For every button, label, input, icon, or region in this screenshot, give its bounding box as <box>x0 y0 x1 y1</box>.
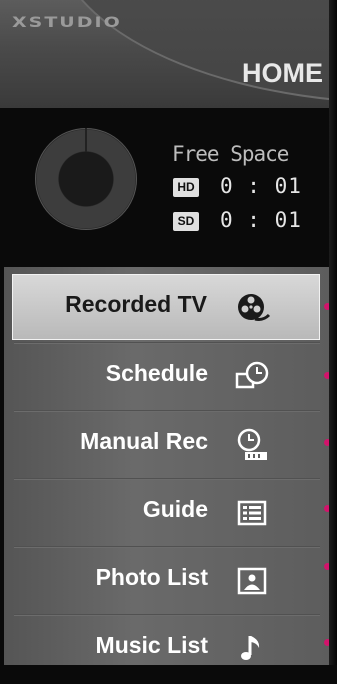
header: XSTUDIO HOME <box>0 0 337 108</box>
panel-bottom <box>0 665 337 684</box>
hd-badge: HD <box>173 178 199 197</box>
home-menu-panel: XSTUDIO HOME Free Space HD 0 : 01 SD 0 :… <box>0 0 337 684</box>
manual-record-clock-icon <box>237 428 267 460</box>
menu-item-label: Schedule <box>105 360 208 386</box>
menu-item-label: Recorded TV <box>65 291 207 317</box>
menu-item-guide[interactable]: Guide <box>12 480 320 546</box>
menu-item-photo-list[interactable]: Photo List <box>12 548 320 614</box>
main-menu: Recorded TV Schedule Manual Rec Guide Ph… <box>4 267 329 665</box>
free-space-label: Free Space <box>172 142 289 166</box>
page-title: HOME <box>242 58 323 88</box>
panel-edge <box>329 0 337 684</box>
menu-item-label: Manual Rec <box>80 428 208 454</box>
sd-badge: SD <box>173 212 199 231</box>
menu-item-label: Music List <box>95 632 208 658</box>
menu-item-label: Guide <box>142 496 208 522</box>
film-reel-icon <box>238 294 271 321</box>
menu-item-recorded-tv[interactable]: Recorded TV <box>12 274 320 340</box>
hd-free-time: 0 : 01 <box>220 174 302 198</box>
schedule-clock-icon <box>235 361 269 389</box>
music-note-icon <box>241 636 260 660</box>
menu-item-schedule[interactable]: Schedule <box>12 344 320 410</box>
photo-icon <box>237 567 267 595</box>
disc-space-icon <box>35 128 137 230</box>
sd-free-time: 0 : 01 <box>220 208 302 232</box>
brand-logo: XSTUDIO <box>12 14 122 31</box>
menu-item-manual-rec[interactable]: Manual Rec <box>12 412 320 478</box>
menu-item-label: Photo List <box>95 564 208 590</box>
guide-list-icon <box>237 500 267 526</box>
